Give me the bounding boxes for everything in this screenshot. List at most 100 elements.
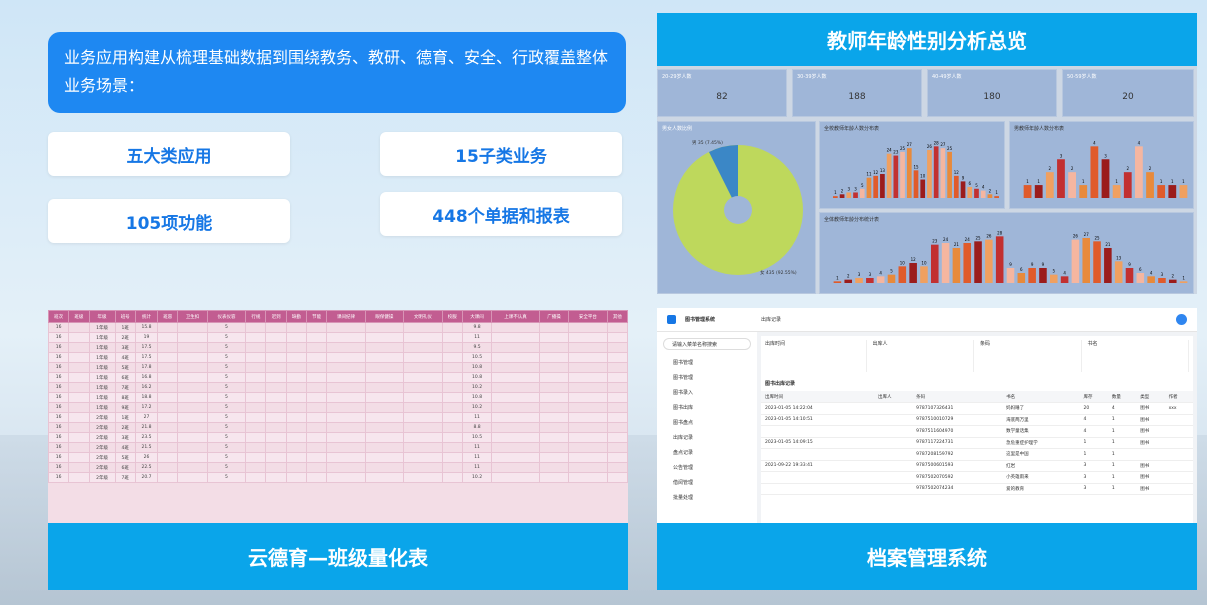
chart-bar xyxy=(1146,172,1154,198)
table-header[interactable]: 统计 xyxy=(134,310,159,323)
dashboard-title: 教师年龄性别分析总览 xyxy=(657,13,1197,66)
sidebar-item[interactable]: 公告管理 xyxy=(665,461,757,476)
chart-bar xyxy=(960,181,966,198)
lib-row: 9787208159792 这里是中国 1 1 xyxy=(761,448,1193,461)
sidebar-item[interactable]: 盘点记录 xyxy=(665,446,757,461)
table-header[interactable]: 卫生扣 xyxy=(177,310,208,323)
chart-bar xyxy=(1168,185,1177,198)
table-header[interactable]: 缺勤 xyxy=(285,310,307,323)
bar-label: 6 xyxy=(1139,267,1142,272)
table-header[interactable]: 课间纪律 xyxy=(326,310,366,323)
app-logo-icon xyxy=(667,315,676,324)
table-header[interactable]: 大课间 xyxy=(461,310,493,323)
lib-table: 出库时间 出库人 条码 书名 库存 数量 类型 作者 2023-01-05 14:22:04 97… xyxy=(761,391,1193,495)
table-header[interactable]: 班级 xyxy=(68,310,90,323)
user-avatar[interactable] xyxy=(1176,314,1187,325)
pie-label-male: 男 35 (7.45%) xyxy=(692,140,723,146)
bar-label: 9 xyxy=(1128,262,1131,267)
chart-bar xyxy=(859,188,865,198)
bar-label: 3 xyxy=(854,186,857,191)
chart-bar xyxy=(853,192,858,198)
bar-label: 26 xyxy=(986,234,992,239)
table-header[interactable]: 其他 xyxy=(606,310,628,323)
gender-pie: 男 35 (7.45%) 女 435 (92.55%) xyxy=(673,140,803,276)
chart-bar xyxy=(1006,268,1015,283)
bar-label: 4 xyxy=(982,185,985,190)
chart-bar xyxy=(930,244,939,283)
bar-label: 1 xyxy=(995,190,998,195)
sidebar-item[interactable]: 图书录入 xyxy=(665,386,757,401)
chart-bar xyxy=(963,243,972,283)
chart-card-3: 全体教师年龄分布统计表 1 2 3 3 4 5 10 12 10 23 24 21 24 25 26 28 9 6 9… xyxy=(819,212,1194,294)
bar-label: 6 xyxy=(1020,267,1023,272)
chart-bar xyxy=(1079,185,1088,198)
table-row: 16 2年级 7班 20.7 5 10.2 xyxy=(48,472,628,483)
bar-label: 27 xyxy=(1084,232,1090,237)
bar-label: 2 xyxy=(841,188,844,193)
chart-bar xyxy=(855,278,863,283)
table-header[interactable]: 班次 xyxy=(48,310,70,323)
table-header[interactable]: 年级 xyxy=(88,310,116,323)
lib-row: 9787502074234 爱的教育 3 1 图书 xyxy=(761,483,1193,495)
table-header[interactable]: 眼保健操 xyxy=(364,310,405,323)
lib-col-header: 库存 xyxy=(1079,391,1108,403)
chart-bar xyxy=(887,274,896,283)
bar-label: 3 xyxy=(858,272,861,277)
sidebar-item[interactable]: 图书管理 xyxy=(665,356,757,371)
chart-bar xyxy=(1028,268,1036,283)
chart-bar xyxy=(909,263,917,283)
bar-label: 25 xyxy=(947,146,953,151)
bar-label: 23 xyxy=(893,150,899,155)
chart-bar xyxy=(886,153,892,198)
table-row: 16 2年级 3班 23.5 5 10.5 xyxy=(48,432,628,443)
chart-bar xyxy=(1045,172,1054,198)
sidebar-item[interactable]: 图书管理 xyxy=(665,371,757,386)
sidebar-item[interactable]: 批量处理 xyxy=(665,491,757,506)
sidebar-item[interactable]: 图书出库 xyxy=(665,401,757,416)
bar-label: 1 xyxy=(1037,179,1040,184)
menu-search[interactable]: 请输入菜单名称搜索 xyxy=(663,338,751,350)
table-header[interactable]: 文明礼仪 xyxy=(403,310,443,323)
chart-bar xyxy=(920,266,928,283)
filter-field[interactable]: 书名 xyxy=(1088,340,1189,372)
bar-label: 3 xyxy=(1060,153,1063,158)
bar-label: 27 xyxy=(940,142,946,147)
table-row: 16 2年级 5班 26 5 11 xyxy=(48,452,628,463)
table-header[interactable]: 行规 xyxy=(245,310,267,323)
bar-label: 26 xyxy=(927,144,933,149)
table-header[interactable]: 上课不认真 xyxy=(491,310,540,323)
chart-bar xyxy=(1136,273,1145,283)
chart-bar xyxy=(1071,239,1080,283)
filter-field[interactable]: 条码 xyxy=(980,340,1082,372)
table-header[interactable]: 仪表仪容 xyxy=(206,310,247,323)
table-header[interactable]: 班容 xyxy=(157,310,179,323)
bar-label: 2 xyxy=(1049,166,1052,171)
bar-label: 5 xyxy=(975,183,978,188)
bar-label: 10 xyxy=(900,260,906,265)
table-header[interactable]: 广播操 xyxy=(538,310,570,323)
chart-bar xyxy=(873,175,879,198)
chart-bar xyxy=(898,266,907,283)
table-header[interactable]: 迟到 xyxy=(265,310,287,323)
chart-bar xyxy=(974,188,979,198)
chart-bar xyxy=(844,279,853,283)
table-header[interactable]: 校服 xyxy=(441,310,463,323)
card-40s: 40-49岁人数 180 xyxy=(927,69,1057,117)
chart-bar xyxy=(1068,172,1076,198)
sidebar-item[interactable]: 出库记录 xyxy=(665,431,757,446)
bar-label: 12 xyxy=(954,170,960,175)
table-header[interactable]: 班号 xyxy=(114,310,136,323)
sidebar-item[interactable]: 借阅管理 xyxy=(665,476,757,491)
table-header[interactable]: 节能 xyxy=(305,310,328,323)
table-header[interactable]: 安全平台 xyxy=(568,310,608,323)
lib-col-header: 数量 xyxy=(1107,391,1137,403)
lib-page-tab[interactable]: 出库记录 xyxy=(761,316,781,323)
filter-field[interactable]: 出库人 xyxy=(873,340,974,372)
bar-label: 2 xyxy=(1126,166,1129,171)
chart-bar xyxy=(1114,261,1123,283)
chart-bar xyxy=(1093,241,1101,283)
filter-field[interactable]: 出库时间 xyxy=(765,340,867,372)
bar-chart-total: 1 2 3 3 4 510121023 242124 25 2628969 95 426 272521… xyxy=(833,230,1188,283)
chart-bar xyxy=(893,155,899,198)
sidebar-item[interactable]: 图书盘点 xyxy=(665,416,757,431)
